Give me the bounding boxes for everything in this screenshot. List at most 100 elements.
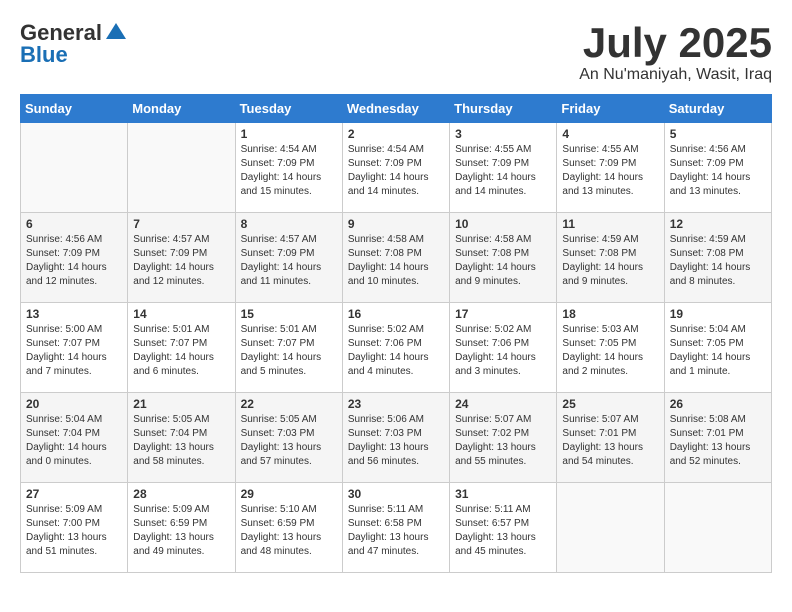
day-number: 25 [562, 397, 658, 411]
day-number: 14 [133, 307, 229, 321]
day-number: 15 [241, 307, 337, 321]
calendar-cell: 23 Sunrise: 5:06 AM Sunset: 7:03 PM Dayli… [342, 393, 449, 483]
day-info: Sunrise: 4:57 AM Sunset: 7:09 PM Dayligh… [241, 233, 337, 289]
day-info: Sunrise: 4:57 AM Sunset: 7:09 PM Dayligh… [133, 233, 229, 289]
page-header: General Blue July 2025 An Nu'maniyah, Wa… [20, 20, 772, 84]
calendar-cell: 19 Sunrise: 5:04 AM Sunset: 7:05 PM Dayli… [664, 303, 771, 393]
calendar-cell: 15 Sunrise: 5:01 AM Sunset: 7:07 PM Dayli… [235, 303, 342, 393]
calendar-cell: 24 Sunrise: 5:07 AM Sunset: 7:02 PM Dayli… [450, 393, 557, 483]
day-info: Sunrise: 5:07 AM Sunset: 7:02 PM Dayligh… [455, 413, 551, 469]
day-info: Sunrise: 4:58 AM Sunset: 7:08 PM Dayligh… [348, 233, 444, 289]
day-info: Sunrise: 5:09 AM Sunset: 7:00 PM Dayligh… [26, 503, 122, 559]
day-info: Sunrise: 5:01 AM Sunset: 7:07 PM Dayligh… [241, 323, 337, 379]
day-number: 11 [562, 217, 658, 231]
day-number: 30 [348, 487, 444, 501]
calendar-cell [128, 123, 235, 213]
location-title: An Nu'maniyah, Wasit, Iraq [579, 66, 772, 84]
calendar-cell: 6 Sunrise: 4:56 AM Sunset: 7:09 PM Daylig… [21, 213, 128, 303]
calendar-table: SundayMondayTuesdayWednesdayThursdayFrid… [20, 94, 772, 573]
day-info: Sunrise: 5:08 AM Sunset: 7:01 PM Dayligh… [670, 413, 766, 469]
day-number: 24 [455, 397, 551, 411]
calendar-cell: 29Sunrise: 5:10 AM Sunset: 6:59 PM Dayli… [235, 483, 342, 573]
calendar-cell: 25 Sunrise: 5:07 AM Sunset: 7:01 PM Dayli… [557, 393, 664, 483]
weekday-header: Wednesday [342, 95, 449, 123]
day-info: Sunrise: 5:02 AM Sunset: 7:06 PM Dayligh… [455, 323, 551, 379]
day-number: 9 [348, 217, 444, 231]
day-number: 4 [562, 127, 658, 141]
title-block: July 2025 An Nu'maniyah, Wasit, Iraq [579, 20, 772, 84]
logo: General Blue [20, 20, 128, 68]
day-info: Sunrise: 5:03 AM Sunset: 7:05 PM Dayligh… [562, 323, 658, 379]
day-info: Sunrise: 4:59 AM Sunset: 7:08 PM Dayligh… [562, 233, 658, 289]
calendar-cell: 20 Sunrise: 5:04 AM Sunset: 7:04 PM Dayli… [21, 393, 128, 483]
day-number: 22 [241, 397, 337, 411]
day-info: Sunrise: 5:04 AM Sunset: 7:05 PM Dayligh… [670, 323, 766, 379]
day-number: 26 [670, 397, 766, 411]
day-info: Sunrise: 5:06 AM Sunset: 7:03 PM Dayligh… [348, 413, 444, 469]
day-number: 19 [670, 307, 766, 321]
calendar-cell: 12Sunrise: 4:59 AM Sunset: 7:08 PM Dayli… [664, 213, 771, 303]
calendar-cell: 31 Sunrise: 5:11 AM Sunset: 6:57 PM Dayli… [450, 483, 557, 573]
day-number: 3 [455, 127, 551, 141]
weekday-header: Thursday [450, 95, 557, 123]
weekday-header: Sunday [21, 95, 128, 123]
calendar-cell: 1 Sunrise: 4:54 AM Sunset: 7:09 PM Daylig… [235, 123, 342, 213]
calendar-cell: 27Sunrise: 5:09 AM Sunset: 7:00 PM Dayli… [21, 483, 128, 573]
day-info: Sunrise: 5:01 AM Sunset: 7:07 PM Dayligh… [133, 323, 229, 379]
day-info: Sunrise: 5:05 AM Sunset: 7:03 PM Dayligh… [241, 413, 337, 469]
day-info: Sunrise: 5:07 AM Sunset: 7:01 PM Dayligh… [562, 413, 658, 469]
day-info: Sunrise: 5:10 AM Sunset: 6:59 PM Dayligh… [241, 503, 337, 559]
day-number: 21 [133, 397, 229, 411]
month-title: July 2025 [579, 20, 772, 66]
day-number: 7 [133, 217, 229, 231]
calendar-cell: 8 Sunrise: 4:57 AM Sunset: 7:09 PM Daylig… [235, 213, 342, 303]
calendar-cell: 22 Sunrise: 5:05 AM Sunset: 7:03 PM Dayli… [235, 393, 342, 483]
day-number: 1 [241, 127, 337, 141]
calendar-cell: 17Sunrise: 5:02 AM Sunset: 7:06 PM Dayli… [450, 303, 557, 393]
day-info: Sunrise: 5:11 AM Sunset: 6:57 PM Dayligh… [455, 503, 551, 559]
weekday-header: Saturday [664, 95, 771, 123]
calendar-header-row: SundayMondayTuesdayWednesdayThursdayFrid… [21, 95, 772, 123]
day-number: 18 [562, 307, 658, 321]
calendar-cell: 13 Sunrise: 5:00 AM Sunset: 7:07 PM Dayli… [21, 303, 128, 393]
calendar-cell: 30 Sunrise: 5:11 AM Sunset: 6:58 PM Dayli… [342, 483, 449, 573]
day-number: 2 [348, 127, 444, 141]
day-number: 16 [348, 307, 444, 321]
calendar-cell: 16 Sunrise: 5:02 AM Sunset: 7:06 PM Dayli… [342, 303, 449, 393]
day-number: 6 [26, 217, 122, 231]
calendar-week-row: 1 Sunrise: 4:54 AM Sunset: 7:09 PM Daylig… [21, 123, 772, 213]
calendar-week-row: 20 Sunrise: 5:04 AM Sunset: 7:04 PM Dayli… [21, 393, 772, 483]
day-info: Sunrise: 5:04 AM Sunset: 7:04 PM Dayligh… [26, 413, 122, 469]
day-info: Sunrise: 5:11 AM Sunset: 6:58 PM Dayligh… [348, 503, 444, 559]
day-info: Sunrise: 5:09 AM Sunset: 6:59 PM Dayligh… [133, 503, 229, 559]
calendar-cell: 3Sunrise: 4:55 AM Sunset: 7:09 PM Daylig… [450, 123, 557, 213]
calendar-cell: 7 Sunrise: 4:57 AM Sunset: 7:09 PM Daylig… [128, 213, 235, 303]
weekday-header: Monday [128, 95, 235, 123]
day-info: Sunrise: 5:00 AM Sunset: 7:07 PM Dayligh… [26, 323, 122, 379]
calendar-cell: 11 Sunrise: 4:59 AM Sunset: 7:08 PM Dayli… [557, 213, 664, 303]
calendar-cell [21, 123, 128, 213]
calendar-cell: 9 Sunrise: 4:58 AM Sunset: 7:08 PM Daylig… [342, 213, 449, 303]
day-number: 13 [26, 307, 122, 321]
calendar-cell: 5Sunrise: 4:56 AM Sunset: 7:09 PM Daylig… [664, 123, 771, 213]
day-info: Sunrise: 4:54 AM Sunset: 7:09 PM Dayligh… [241, 143, 337, 199]
calendar-cell: 4 Sunrise: 4:55 AM Sunset: 7:09 PM Daylig… [557, 123, 664, 213]
calendar-cell: 28Sunrise: 5:09 AM Sunset: 6:59 PM Dayli… [128, 483, 235, 573]
day-number: 8 [241, 217, 337, 231]
calendar-cell: 10Sunrise: 4:58 AM Sunset: 7:08 PM Dayli… [450, 213, 557, 303]
day-info: Sunrise: 4:55 AM Sunset: 7:09 PM Dayligh… [562, 143, 658, 199]
weekday-header: Friday [557, 95, 664, 123]
day-info: Sunrise: 4:56 AM Sunset: 7:09 PM Dayligh… [26, 233, 122, 289]
day-info: Sunrise: 4:54 AM Sunset: 7:09 PM Dayligh… [348, 143, 444, 199]
calendar-cell [664, 483, 771, 573]
calendar-cell: 14 Sunrise: 5:01 AM Sunset: 7:07 PM Dayli… [128, 303, 235, 393]
calendar-week-row: 27Sunrise: 5:09 AM Sunset: 7:00 PM Dayli… [21, 483, 772, 573]
day-info: Sunrise: 5:02 AM Sunset: 7:06 PM Dayligh… [348, 323, 444, 379]
day-number: 20 [26, 397, 122, 411]
calendar-cell: 26 Sunrise: 5:08 AM Sunset: 7:01 PM Dayli… [664, 393, 771, 483]
weekday-header: Tuesday [235, 95, 342, 123]
calendar-cell [557, 483, 664, 573]
day-number: 12 [670, 217, 766, 231]
day-number: 31 [455, 487, 551, 501]
day-number: 23 [348, 397, 444, 411]
